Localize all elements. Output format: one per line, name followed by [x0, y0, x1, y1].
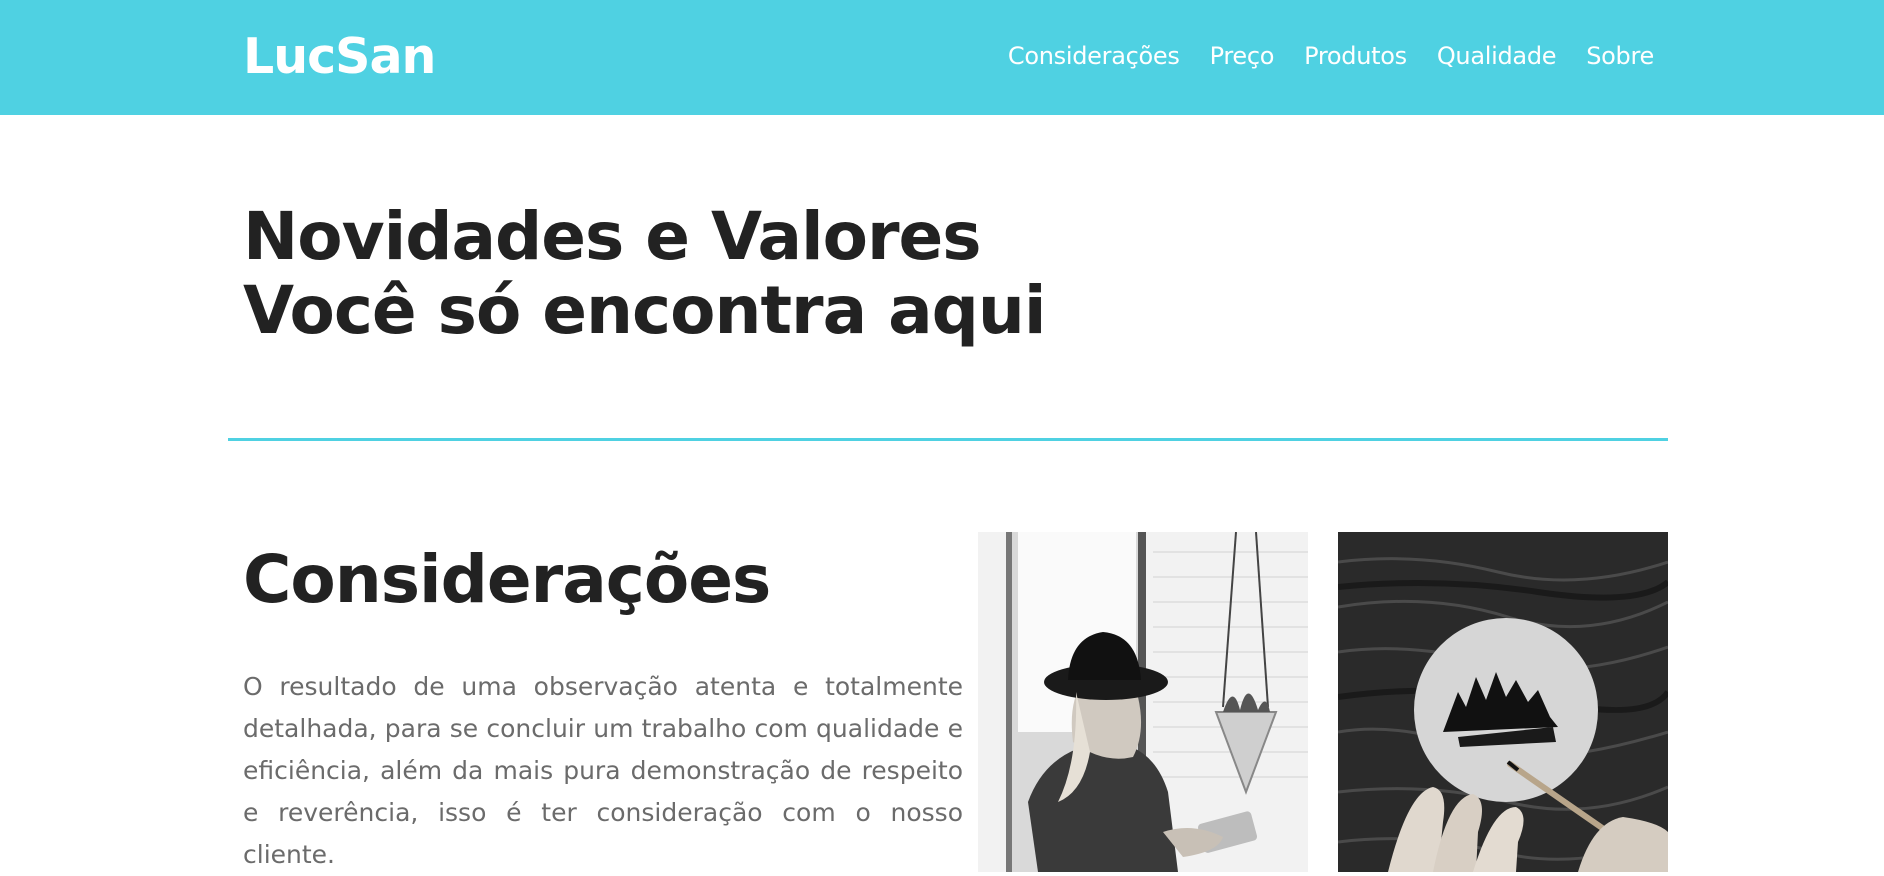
woman-in-hat-image — [978, 532, 1308, 872]
hero-headline: Novidades e Valores Você só encontra aqu… — [243, 200, 1046, 348]
nav-link-preco[interactable]: Preço — [1210, 42, 1275, 70]
nav-link-sobre[interactable]: Sobre — [1586, 42, 1654, 70]
section-title: Considerações — [243, 541, 771, 618]
nav-link-qualidade[interactable]: Qualidade — [1437, 42, 1557, 70]
top-navbar: LucSan Considerações Preço Produtos Qual… — [0, 0, 1884, 115]
section-paragraph: O resultado de uma observação atenta e t… — [243, 672, 963, 869]
nav-link-consideracoes[interactable]: Considerações — [1008, 42, 1180, 70]
hand-painting-tree-image — [1338, 532, 1668, 872]
nav-item-sobre: Sobre — [1586, 36, 1654, 76]
brand-logo[interactable]: LucSan — [243, 22, 436, 92]
nav-item-produtos: Produtos — [1304, 36, 1407, 76]
hero-line-2: Você só encontra aqui — [243, 272, 1046, 349]
hero-line-1: Novidades e Valores — [243, 198, 982, 275]
nav-item-qualidade: Qualidade — [1437, 36, 1557, 76]
main-nav: Considerações Preço Produtos Qualidade S… — [1008, 36, 1654, 76]
woman-in-hat-photo — [978, 532, 1308, 872]
nav-link-produtos[interactable]: Produtos — [1304, 42, 1407, 70]
hand-painting-tree-photo — [1338, 532, 1668, 872]
section-divider — [228, 438, 1668, 441]
nav-item-preco: Preço — [1210, 36, 1275, 76]
nav-item-consideracoes: Considerações — [1008, 36, 1180, 76]
